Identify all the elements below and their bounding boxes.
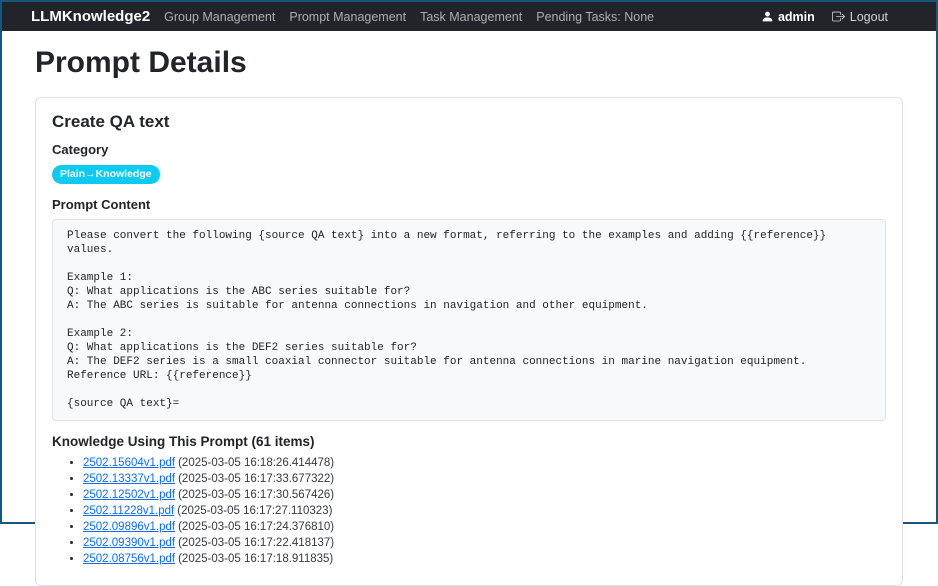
knowledge-file-link[interactable]: 2502.13337v1.pdf <box>83 473 175 485</box>
knowledge-file-link[interactable]: 2502.09896v1.pdf <box>83 521 175 533</box>
knowledge-list-item: 2502.09896v1.pdf(2025-03-05 16:17:24.376… <box>83 521 886 533</box>
knowledge-timestamp: (2025-03-05 16:17:30.567426) <box>178 489 334 501</box>
nav-links: Group Management Prompt Management Task … <box>164 10 654 24</box>
knowledge-timestamp: (2025-03-05 16:17:24.376810) <box>178 521 334 533</box>
knowledge-list-item: 2502.08756v1.pdf(2025-03-05 16:17:18.911… <box>83 553 886 565</box>
knowledge-timestamp: (2025-03-05 16:18:26.414478) <box>178 457 334 469</box>
nav-item-pending-tasks[interactable]: Pending Tasks: None <box>536 10 654 24</box>
navbar-right: admin Logout <box>761 10 888 24</box>
prompt-title: Create QA text <box>52 112 886 132</box>
knowledge-timestamp: (2025-03-05 16:17:22.418137) <box>178 537 334 549</box>
nav-item-group-management[interactable]: Group Management <box>164 10 275 24</box>
knowledge-heading: Knowledge Using This Prompt (61 items) <box>52 434 886 449</box>
brand-link[interactable]: LLMKnowledge2 <box>31 8 150 25</box>
category-badge: Plain→Knowledge <box>52 165 160 184</box>
navbar: LLMKnowledge2 Group Management Prompt Ma… <box>2 2 936 31</box>
knowledge-file-link[interactable]: 2502.12502v1.pdf <box>83 489 175 501</box>
knowledge-list-item: 2502.15604v1.pdf(2025-03-05 16:18:26.414… <box>83 457 886 469</box>
knowledge-timestamp: (2025-03-05 16:17:18.911835) <box>178 553 333 565</box>
knowledge-file-link[interactable]: 2502.15604v1.pdf <box>83 457 175 469</box>
page-title: Prompt Details <box>35 45 903 81</box>
nav-item-task-management[interactable]: Task Management <box>420 10 522 24</box>
knowledge-list: 2502.15604v1.pdf(2025-03-05 16:18:26.414… <box>52 457 886 565</box>
category-label: Category <box>52 142 886 157</box>
knowledge-file-link[interactable]: 2502.11228v1.pdf <box>83 505 174 517</box>
prompt-details-card: Create QA text Category Plain→Knowledge … <box>35 97 903 586</box>
current-user: admin <box>761 10 815 24</box>
current-user-label: admin <box>778 10 815 24</box>
person-icon <box>761 10 774 23</box>
prompt-content-text: Please convert the following {source QA … <box>52 219 886 421</box>
main-content: Prompt Details Create QA text Category P… <box>2 45 936 586</box>
knowledge-list-item: 2502.11228v1.pdf(2025-03-05 16:17:27.110… <box>83 505 886 517</box>
logout-button[interactable]: Logout <box>832 10 888 24</box>
knowledge-file-link[interactable]: 2502.09390v1.pdf <box>83 537 175 549</box>
prompt-content-label: Prompt Content <box>52 197 886 212</box>
knowledge-list-item: 2502.09390v1.pdf(2025-03-05 16:17:22.418… <box>83 537 886 549</box>
knowledge-timestamp: (2025-03-05 16:17:27.110323) <box>177 505 332 517</box>
knowledge-timestamp: (2025-03-05 16:17:33.677322) <box>178 473 334 485</box>
box-arrow-right-icon <box>832 10 845 23</box>
nav-item-prompt-management[interactable]: Prompt Management <box>289 10 406 24</box>
knowledge-list-item: 2502.13337v1.pdf(2025-03-05 16:17:33.677… <box>83 473 886 485</box>
knowledge-list-item: 2502.12502v1.pdf(2025-03-05 16:17:30.567… <box>83 489 886 501</box>
knowledge-file-link[interactable]: 2502.08756v1.pdf <box>83 553 175 565</box>
logout-label: Logout <box>850 10 888 24</box>
